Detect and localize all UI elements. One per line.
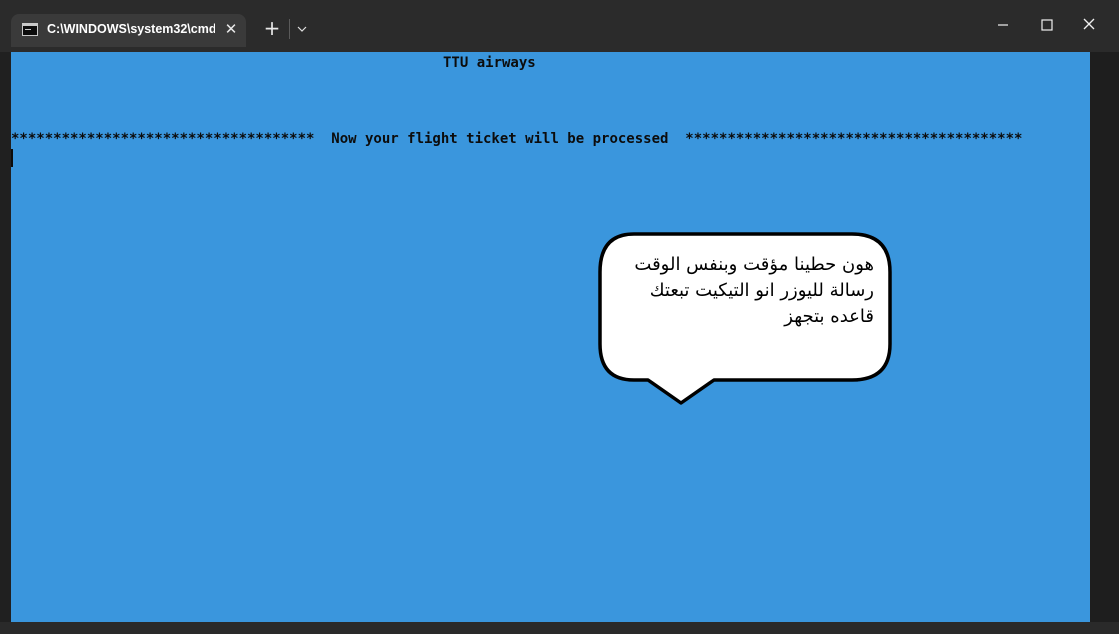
close-icon[interactable]: ✕ xyxy=(221,19,241,39)
annotation-text: هون حطينا مؤقت وبنفس الوقت رسالة لليوزر … xyxy=(634,254,874,327)
minimize-icon[interactable] xyxy=(979,8,1023,42)
terminal-icon xyxy=(22,23,38,36)
plus-icon[interactable]: + xyxy=(261,16,283,40)
window-left-edge xyxy=(0,52,11,622)
title-bar[interactable]: C:\WINDOWS\system32\cmd. ✕ + xyxy=(0,0,1119,52)
taskbar-strip xyxy=(0,622,1119,634)
tab-separator xyxy=(289,19,290,39)
terminal-title-line: TTU airways xyxy=(443,55,536,71)
tab-title: C:\WINDOWS\system32\cmd. xyxy=(47,22,215,36)
scrollbar[interactable] xyxy=(1090,52,1119,622)
maximize-icon[interactable] xyxy=(1025,8,1069,42)
terminal-output[interactable]: TTU airways ****************************… xyxy=(11,52,1090,622)
text-cursor xyxy=(11,149,13,167)
chevron-down-icon[interactable] xyxy=(293,18,311,40)
tab-cmd[interactable]: C:\WINDOWS\system32\cmd. ✕ xyxy=(11,14,246,47)
close-icon[interactable] xyxy=(1068,8,1112,42)
terminal-window: C:\WINDOWS\system32\cmd. ✕ + TTU airways… xyxy=(0,0,1119,634)
terminal-message-line: ************************************ Now… xyxy=(11,131,1023,147)
